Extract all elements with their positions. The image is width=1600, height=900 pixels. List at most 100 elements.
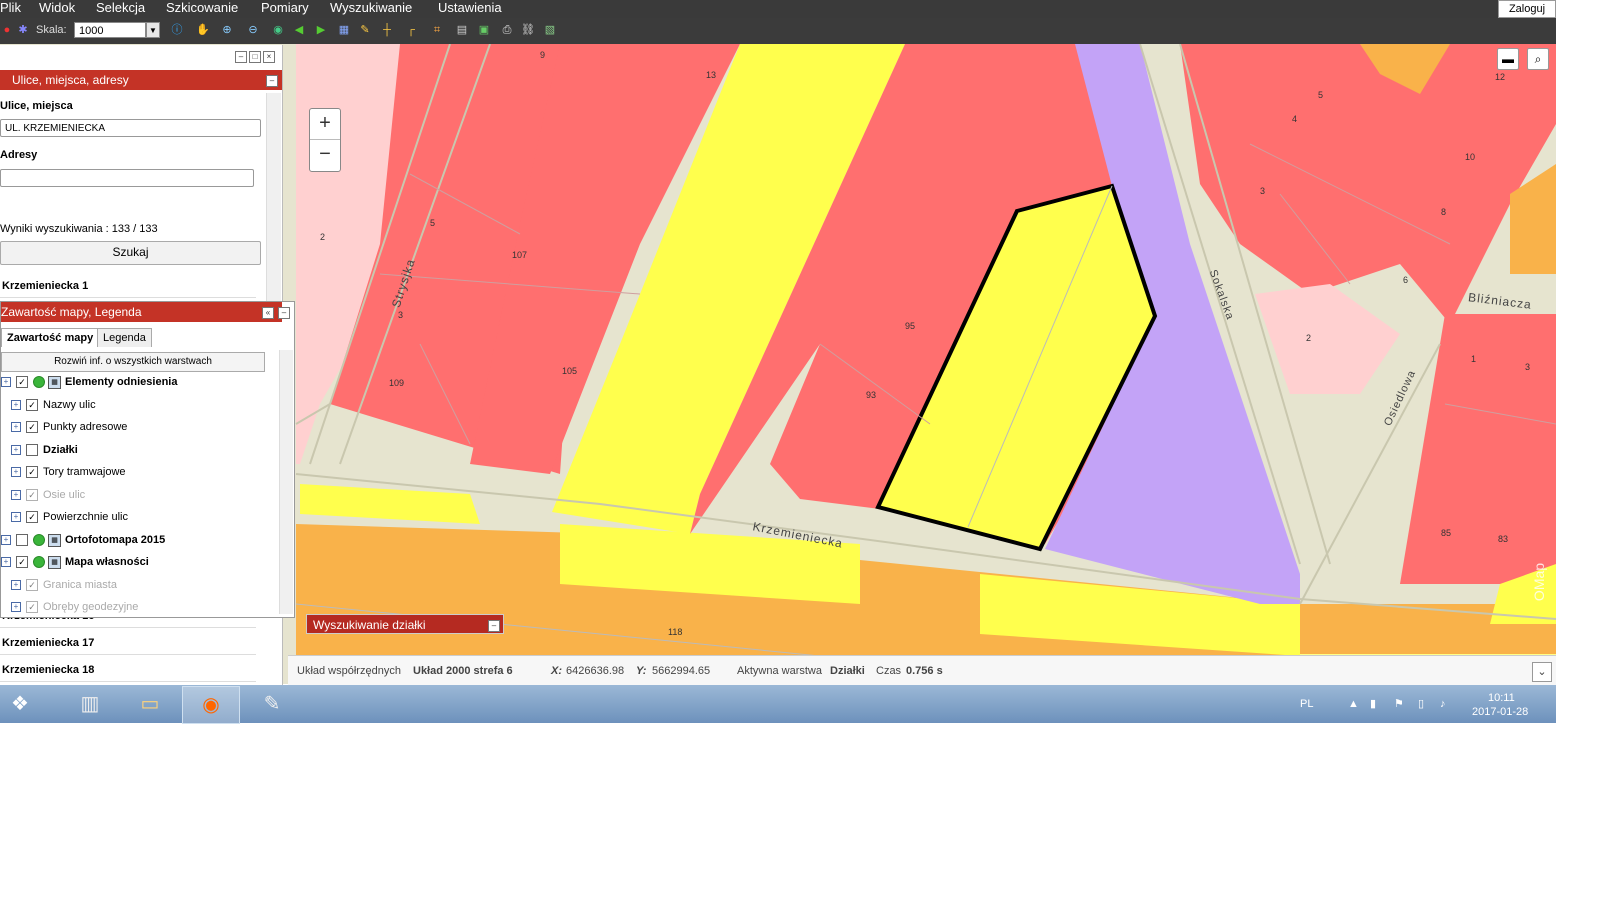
chevron-down-icon[interactable]: ⌄ (1532, 662, 1552, 682)
menu-pomiary[interactable]: Pomiary (261, 0, 309, 16)
tab-legend[interactable]: Legenda (97, 328, 152, 347)
menu-szkicowanie[interactable]: Szkicowanie (166, 0, 238, 16)
layer-checkbox[interactable]: ✓ (26, 511, 38, 523)
layer-checkbox[interactable]: ✓ (26, 488, 38, 501)
measure-length-icon[interactable]: ┼ (380, 23, 394, 37)
scale-input[interactable]: 1000 (74, 22, 146, 38)
minimize-icon[interactable]: – (235, 51, 247, 63)
zoom-in-icon[interactable]: ⊕ (220, 23, 234, 37)
collapse-icon[interactable]: – (266, 75, 278, 87)
language-indicator[interactable]: PL (1300, 685, 1313, 723)
full-extent-globe-icon[interactable]: ◉ (271, 23, 285, 37)
search-button[interactable]: Szukaj (0, 241, 261, 265)
zoom-out-icon[interactable]: ⊖ (246, 23, 260, 37)
layer-label: Działki (43, 443, 78, 456)
layer-checkbox[interactable]: ✓ (26, 421, 38, 433)
layer-row[interactable]: + ✓ Tory tramwajowe (1, 464, 277, 480)
start-button-icon[interactable]: ❖ (0, 686, 40, 722)
restore-icon[interactable]: □ (249, 51, 261, 63)
expand-all-layers-button[interactable]: Rozwiń inf. o wszystkich warstwach (1, 352, 265, 372)
print-icon[interactable]: ⎙ (500, 23, 514, 37)
layer-row[interactable]: + ✓ Granica miasta (1, 577, 277, 593)
layer-label: Powierzchnie ulic (43, 511, 128, 523)
clock-date[interactable]: 2017-01-28 (1472, 693, 1528, 731)
layer-checkbox[interactable]: ✓ (26, 398, 38, 411)
expand-plus-icon[interactable]: + (11, 444, 21, 455)
battery-icon[interactable]: ▯ (1418, 685, 1424, 723)
layer-row[interactable]: + ✓ ▦ Elementy odniesienia (1, 374, 277, 390)
parcel-search-bar[interactable]: Wyszukiwanie działki – (306, 614, 504, 634)
expand-plus-icon[interactable]: + (1, 377, 11, 387)
layer-checkbox[interactable]: ✓ (26, 601, 38, 613)
streets-input[interactable]: UL. KRZEMIENIECKA (0, 119, 261, 137)
close-icon[interactable]: × (263, 51, 275, 63)
pencil-icon[interactable]: ✎ (358, 23, 372, 37)
network-signal-icon[interactable]: ▮ (1370, 685, 1376, 723)
layer-checkbox[interactable] (16, 533, 28, 546)
link-icon[interactable]: ⛓ (521, 23, 535, 37)
flag-icon[interactable]: ⚑ (1394, 685, 1404, 723)
layer-row[interactable]: + ✓ Obręby geodezyjne (1, 599, 277, 615)
layer-checkbox[interactable]: ✓ (26, 466, 38, 478)
result-item[interactable]: Krzemieniecka 1 (0, 275, 256, 298)
tray-arrow-icon[interactable]: ▲ (1348, 685, 1359, 723)
flag-pl-icon[interactable]: ● (0, 23, 14, 37)
expand-plus-icon[interactable]: + (11, 467, 21, 477)
expand-plus-icon[interactable]: + (1, 557, 11, 567)
expand-plus-icon[interactable]: + (11, 579, 21, 590)
expand-plus-icon[interactable]: + (11, 399, 21, 410)
crop-icon[interactable]: ⌗ (430, 23, 444, 37)
task-app-icon[interactable]: ▥ (62, 686, 118, 722)
result-item[interactable]: Krzemieniecka 18 (0, 659, 256, 682)
expand-plus-icon[interactable]: + (11, 512, 21, 522)
layer-checkbox[interactable] (26, 443, 38, 456)
login-button[interactable]: Zaloguj (1498, 0, 1556, 18)
expand-plus-icon[interactable]: + (11, 422, 21, 432)
layer-checkbox[interactable]: ✓ (26, 578, 38, 591)
layer-row[interactable]: + ✓ Powierzchnie ulic (1, 509, 277, 525)
scale-dropdown-button[interactable]: ▼ (146, 22, 160, 38)
task-firefox-icon[interactable]: ◉ (182, 686, 240, 724)
task-explorer-icon[interactable]: ▭ (122, 686, 178, 722)
expand-plus-icon[interactable]: + (11, 602, 21, 612)
back-arrow-icon[interactable]: ◀ (292, 23, 306, 37)
menu-widok[interactable]: Widok (39, 0, 75, 16)
flag-uk-icon[interactable]: ✱ (16, 23, 30, 37)
zoom-in-button[interactable]: + (310, 109, 340, 139)
zoom-out-button[interactable]: − (310, 139, 340, 170)
result-item[interactable]: Krzemieniecka 17 (0, 632, 256, 655)
map-view-icon[interactable]: ▦ (337, 23, 351, 37)
comment-icon[interactable]: ▬ (1497, 48, 1519, 70)
expand-icon[interactable]: – (488, 620, 500, 632)
menu-wyszukiwanie[interactable]: Wyszukiwanie (330, 0, 412, 16)
forward-arrow-icon[interactable]: ▶ (314, 23, 328, 37)
volume-icon[interactable]: ♪ (1440, 685, 1446, 723)
task-paint-icon[interactable]: ✎ (244, 686, 300, 722)
layers-icon[interactable]: ▤ (455, 23, 469, 37)
wfs-icon[interactable]: ▣ (477, 23, 491, 37)
layer-row[interactable]: + ✓ ▦ Mapa własności (1, 554, 277, 570)
measure-angle-icon[interactable]: ┌ (404, 23, 418, 37)
layer-row[interactable]: + Działki (1, 442, 277, 458)
plot-number: 93 (866, 390, 877, 400)
menu-selekcja[interactable]: Selekcja (96, 0, 145, 16)
magnifier-icon[interactable]: ⌕ (1527, 48, 1549, 70)
tab-map-contents[interactable]: Zawartość mapy (1, 328, 100, 347)
info-icon[interactable]: ⓘ (170, 23, 184, 37)
expand-plus-icon[interactable]: + (11, 489, 21, 500)
layer-checkbox[interactable]: ✓ (16, 556, 28, 568)
menu-plik[interactable]: Plik (0, 0, 21, 16)
pan-hand-icon[interactable]: ✋ (196, 23, 210, 37)
address-input[interactable] (0, 169, 254, 187)
layer-row[interactable]: + ▦ Ortofotomapa 2015 (1, 532, 277, 548)
legend-panel-scrollbar[interactable] (279, 350, 293, 614)
layer-row[interactable]: + ✓ Nazwy ulic (1, 397, 277, 413)
minimize-icon[interactable]: – (278, 307, 290, 319)
layer-checkbox[interactable]: ✓ (16, 376, 28, 388)
export-image-icon[interactable]: ▧ (543, 23, 557, 37)
layer-row[interactable]: + ✓ Osie ulic (1, 487, 277, 503)
menu-ustawienia[interactable]: Ustawienia (438, 0, 502, 16)
layer-row[interactable]: + ✓ Punkty adresowe (1, 419, 277, 435)
expand-plus-icon[interactable]: + (1, 534, 11, 545)
collapse-left-icon[interactable]: « (262, 307, 274, 319)
